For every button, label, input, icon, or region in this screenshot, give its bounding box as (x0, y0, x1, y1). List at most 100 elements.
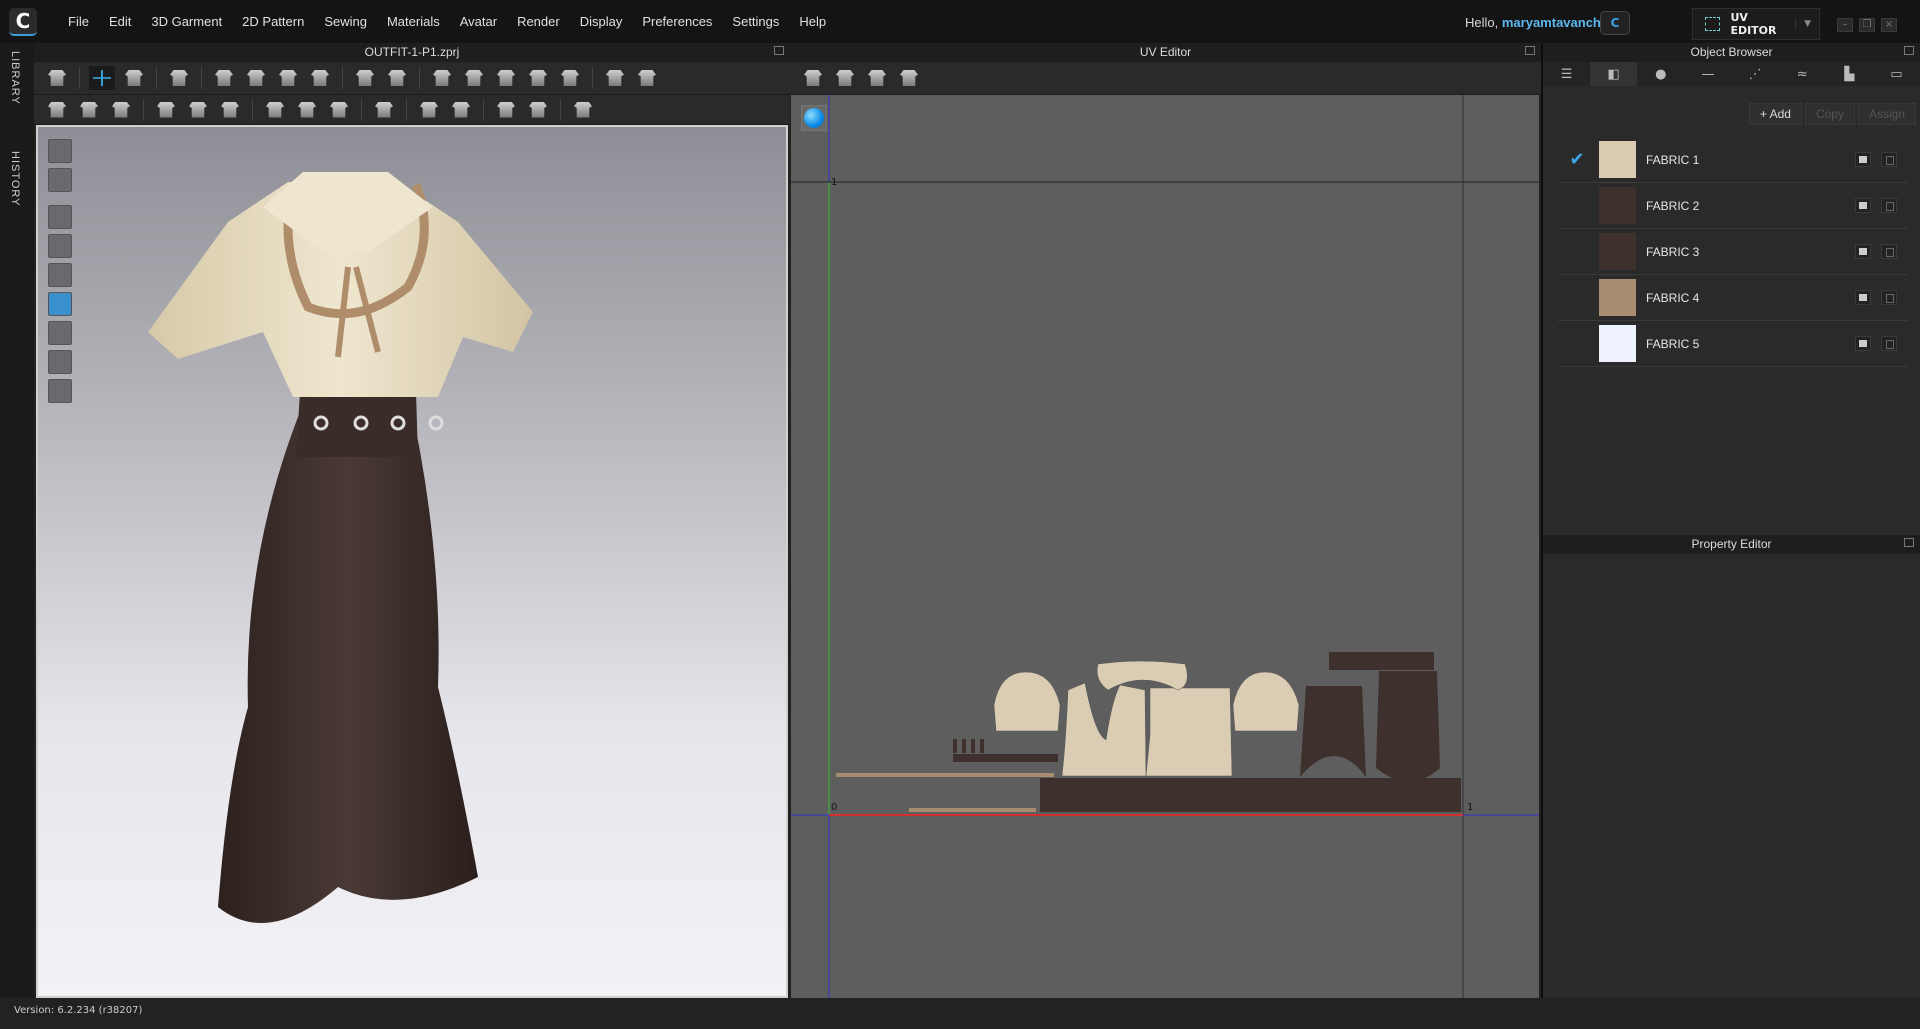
drop-arrow-icon[interactable] (44, 66, 70, 90)
seam-tool-icon[interactable] (211, 66, 237, 90)
texture-view-icon[interactable] (48, 205, 72, 229)
uv-texture-icon[interactable] (48, 292, 72, 316)
button-icon[interactable] (262, 98, 288, 122)
fabric-row[interactable]: ✔ FABRIC 1 (1558, 137, 1908, 183)
edit-line-icon[interactable] (108, 98, 134, 122)
duplicate-fabric-icon[interactable] (1881, 244, 1897, 259)
snapshot-pattern-icon[interactable] (832, 66, 858, 90)
duplicate-fabric-icon[interactable] (1881, 152, 1897, 167)
library-tab[interactable]: LIBRARY (9, 51, 21, 105)
undock-icon[interactable] (774, 46, 784, 55)
duplicate-fabric-icon[interactable] (1881, 290, 1897, 305)
menu-file[interactable]: File (58, 14, 99, 29)
puckering-icon[interactable]: ≈ (1779, 62, 1826, 86)
garment-display-icon[interactable] (48, 168, 72, 192)
minimize-button[interactable]: – (1837, 18, 1853, 32)
measure-icon[interactable] (570, 98, 596, 122)
clo-logo-icon[interactable]: C (9, 8, 37, 36)
zipper-icon[interactable]: ▭ (1873, 62, 1920, 86)
edit-pattern-icon[interactable] (121, 66, 147, 90)
uv-canvas[interactable]: 1 0 1 (791, 95, 1539, 998)
puckering-icon[interactable] (416, 98, 442, 122)
buttonhole-icon[interactable] (326, 98, 352, 122)
edit-curvature-icon[interactable] (44, 98, 70, 122)
copy-fabric-button[interactable]: Copy (1804, 103, 1855, 125)
duplicate-fabric-icon[interactable] (1881, 336, 1897, 351)
menu-render[interactable]: Render (507, 14, 570, 29)
arrange-pattern-icon[interactable] (896, 66, 922, 90)
shadow-icon[interactable] (48, 321, 72, 345)
apply-fabric-icon[interactable] (1855, 336, 1871, 351)
zipper-icon[interactable] (371, 98, 397, 122)
apply-fabric-icon[interactable] (1855, 198, 1871, 213)
garment-icon[interactable] (166, 66, 192, 90)
duplicate-fabric-icon[interactable] (1881, 198, 1897, 213)
avatar-skin-icon[interactable] (48, 263, 72, 287)
button-icon[interactable]: ● (1637, 62, 1684, 86)
texture-icon[interactable] (217, 98, 243, 122)
piping-icon[interactable]: — (1684, 62, 1731, 86)
menu-sewing[interactable]: Sewing (314, 14, 377, 29)
apply-fabric-icon[interactable] (1855, 244, 1871, 259)
menu-help[interactable]: Help (789, 14, 836, 29)
steam-icon[interactable] (384, 66, 410, 90)
menu-avatar[interactable]: Avatar (450, 14, 507, 29)
graphic-icon[interactable] (185, 98, 211, 122)
fabric-row[interactable]: FABRIC 3 (1558, 229, 1908, 275)
fold-icon[interactable] (429, 66, 455, 90)
avatar-display-icon[interactable] (48, 139, 72, 163)
pin-icon[interactable] (352, 66, 378, 90)
undock-icon[interactable] (1904, 538, 1914, 547)
stitch-icon[interactable] (525, 98, 551, 122)
snapshot-uv-icon[interactable] (800, 66, 826, 90)
garment-front-icon[interactable] (461, 66, 487, 90)
3d-viewport[interactable] (36, 125, 788, 998)
segment-sewing-icon[interactable] (243, 66, 269, 90)
fabric-swatch[interactable] (1599, 325, 1636, 362)
fabric-icon[interactable]: ◧ (1590, 62, 1638, 86)
add-fabric-button[interactable]: + Add (1748, 103, 1802, 125)
brush-icon[interactable] (48, 234, 72, 258)
close-button[interactable]: × (1881, 18, 1897, 32)
menu-preferences[interactable]: Preferences (632, 14, 722, 29)
fabric-row[interactable]: FABRIC 5 (1558, 321, 1908, 367)
fabric-swatch[interactable] (1599, 187, 1636, 224)
list-icon[interactable]: ☰ (1543, 62, 1590, 86)
graphic-icon[interactable]: ▙ (1826, 62, 1873, 86)
globe-icon[interactable] (48, 379, 72, 403)
garment-split-icon[interactable] (493, 66, 519, 90)
undock-icon[interactable] (1904, 46, 1914, 55)
menu-display[interactable]: Display (570, 14, 633, 29)
show-garment-icon[interactable] (602, 66, 628, 90)
assign-fabric-button[interactable]: Assign (1857, 103, 1916, 125)
username-link[interactable]: maryamtavancheh (1502, 15, 1616, 30)
garment-back-icon[interactable] (525, 66, 551, 90)
fabric-swatch[interactable] (1599, 279, 1636, 316)
undock-icon[interactable] (1525, 46, 1535, 55)
apply-fabric-icon[interactable] (1855, 152, 1871, 167)
menu-settings[interactable]: Settings (722, 14, 789, 29)
fabric-roll-icon[interactable] (153, 98, 179, 122)
move-pattern-icon[interactable] (864, 66, 890, 90)
avatar-pose-icon[interactable] (48, 350, 72, 374)
mode-selector[interactable]: UV EDITOR ▼ (1692, 8, 1820, 40)
fabric-row[interactable]: FABRIC 2 (1558, 183, 1908, 229)
clo-cloud-icon[interactable]: C (1600, 11, 1630, 35)
select-move-icon[interactable] (89, 66, 115, 90)
chevron-down-icon[interactable]: ▼ (1795, 19, 1819, 29)
fabric-row[interactable]: FABRIC 4 (1558, 275, 1908, 321)
fabric-swatch[interactable] (1599, 233, 1636, 270)
free-sewing-icon[interactable] (275, 66, 301, 90)
topstitch-icon[interactable] (493, 98, 519, 122)
avatar-icon[interactable] (557, 66, 583, 90)
topstitch-icon[interactable]: ⋰ (1732, 62, 1779, 86)
apply-fabric-icon[interactable] (1855, 290, 1871, 305)
menu-3d-garment[interactable]: 3D Garment (141, 14, 232, 29)
edit-curve-point-icon[interactable] (76, 98, 102, 122)
button-select-icon[interactable] (294, 98, 320, 122)
fabric-swatch[interactable] (1599, 141, 1636, 178)
zipper-garment-icon[interactable] (634, 66, 660, 90)
menu-materials[interactable]: Materials (377, 14, 450, 29)
piping-icon[interactable] (448, 98, 474, 122)
history-tab[interactable]: HISTORY (9, 151, 21, 207)
